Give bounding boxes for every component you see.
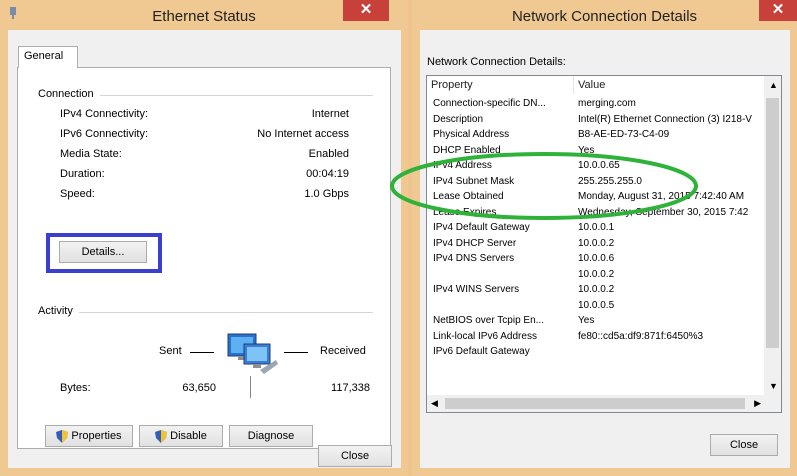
window-client-area: Network Connection Details: Property Val…: [420, 30, 790, 468]
ipv6-connectivity-value: No Internet access: [257, 128, 349, 140]
hscroll-thumb[interactable]: [445, 398, 745, 409]
general-tab-panel: Connection IPv4 Connectivity: Internet I…: [17, 67, 391, 449]
property-cell: Physical Address: [433, 129, 510, 140]
value-cell: B8-AE-ED-73-C4-09: [578, 129, 670, 140]
property-cell: Link-local IPv6 Address: [433, 330, 537, 342]
bytes-divider: [250, 376, 251, 398]
received-line: [284, 352, 308, 353]
close-icon: ✕: [359, 1, 373, 18]
scroll-up-icon[interactable]: ▲: [769, 80, 778, 90]
network-activity-icon: [227, 333, 278, 374]
properties-button-label: Properties: [71, 430, 122, 442]
details-row[interactable]: IPv4 WINS Servers 10.0.0.2: [433, 284, 773, 300]
media-state-label: Media State:: [60, 148, 122, 160]
scroll-thumb[interactable]: [766, 98, 779, 348]
sent-line: [190, 352, 214, 353]
ipv4-connectivity-value: Internet: [311, 108, 349, 120]
disable-button-label: Disable: [170, 430, 207, 442]
sent-label: Sent: [159, 345, 182, 357]
details-row[interactable]: 10.0.0.5: [433, 300, 773, 316]
scroll-right-icon[interactable]: ▶: [754, 398, 761, 409]
title-bar[interactable]: Network Connection Details ✕: [412, 0, 797, 30]
close-window-button[interactable]: ✕: [343, 0, 389, 21]
details-row[interactable]: NetBIOS over Tcpip En... Yes: [433, 315, 773, 331]
duration-label: Duration:: [60, 168, 105, 180]
details-list-label: Network Connection Details:: [427, 56, 566, 68]
details-button-label: Details...: [81, 246, 125, 258]
received-label: Received: [320, 345, 366, 357]
disable-button[interactable]: Disable: [139, 425, 223, 447]
value-cell: 10.0.0.2: [578, 237, 615, 249]
details-list[interactable]: Property Value Connection-specific DN...…: [426, 75, 782, 413]
activity-group-line: [38, 312, 373, 313]
value-cell: Yes: [578, 315, 595, 326]
vertical-scrollbar[interactable]: ▲ ▼: [764, 76, 781, 395]
bytes-label: Bytes:: [60, 382, 91, 394]
ethernet-status-window: Ethernet Status ✕ General Connection IPv…: [0, 0, 408, 476]
details-row[interactable]: IPv4 DNS Servers 10.0.0.6: [433, 253, 773, 269]
ipv6-connectivity-label: IPv6 Connectivity:: [60, 128, 149, 140]
details-row[interactable]: Physical Address B8-AE-ED-73-C4-09: [433, 129, 773, 145]
window-client-area: General Connection IPv4 Connectivity: In…: [8, 30, 401, 468]
property-cell: Connection-specific DN...: [433, 98, 546, 109]
value-cell: merging.com: [578, 98, 636, 109]
value-cell: 10.0.0.2: [578, 268, 615, 280]
tab-general[interactable]: General: [18, 46, 78, 68]
speed-value: 1.0 Gbps: [304, 188, 349, 200]
details-row[interactable]: Description Intel(R) Ethernet Connection …: [433, 114, 773, 130]
diagnose-button[interactable]: Diagnose: [229, 425, 313, 447]
property-cell: Description: [433, 113, 484, 125]
scrollbar-corner: [764, 395, 781, 412]
close-button-label: Close: [729, 439, 759, 451]
network-details-window: Network Connection Details ✕ Network Con…: [412, 0, 797, 476]
activity-group-label: Activity: [38, 305, 79, 317]
bytes-received-value: 117,338: [331, 382, 370, 394]
details-row[interactable]: IPv4 DHCP Server 10.0.0.2: [433, 238, 773, 254]
property-cell: IPv4 DNS Servers: [433, 253, 515, 264]
value-cell: fe80::cd5a:df9:871f:6450%3: [578, 330, 704, 342]
ipv4-connectivity-label: IPv4 Connectivity:: [60, 108, 149, 120]
value-cell: 10.0.0.5: [578, 299, 615, 311]
value-cell: 10.0.0.2: [578, 284, 615, 295]
media-state-value: Enabled: [308, 148, 349, 160]
details-button[interactable]: Details...: [59, 241, 147, 263]
value-cell: 10.0.0.6: [578, 253, 615, 264]
speed-label: Speed:: [60, 188, 95, 200]
value-cell: Intel(R) Ethernet Connection (3) I218-V: [578, 113, 752, 125]
highlight-ellipse: [390, 152, 698, 220]
property-cell: IPv4 DHCP Server: [433, 237, 517, 249]
details-row[interactable]: IPv6 Default Gateway: [433, 346, 773, 362]
details-row[interactable]: 10.0.0.2: [433, 269, 773, 285]
bytes-sent-value: 63,650: [182, 382, 216, 394]
connection-group-label: Connection: [38, 88, 100, 100]
duration-value: 00:04:19: [306, 168, 349, 180]
details-row[interactable]: Connection-specific DN... merging.com: [433, 98, 773, 114]
close-icon: ✕: [771, 1, 785, 18]
window-title: Network Connection Details: [511, 8, 698, 25]
horizontal-scrollbar[interactable]: ◀ ▶: [427, 395, 765, 412]
column-header-value[interactable]: Value: [574, 76, 754, 94]
property-cell: IPv6 Default Gateway: [433, 346, 530, 357]
close-button[interactable]: Close: [318, 445, 392, 467]
title-bar[interactable]: Ethernet Status ✕: [0, 0, 408, 30]
property-cell: IPv4 WINS Servers: [433, 284, 520, 295]
column-header-property[interactable]: Property: [427, 76, 573, 94]
property-cell: IPv4 Default Gateway: [433, 222, 530, 233]
tab-general-label: General: [24, 50, 64, 62]
details-row[interactable]: Link-local IPv6 Address fe80::cd5a:df9:87…: [433, 331, 773, 347]
close-button-label: Close: [340, 450, 370, 462]
uac-shield-icon: [155, 429, 168, 443]
scroll-left-icon[interactable]: ◀: [431, 398, 438, 409]
scroll-down-icon[interactable]: ▼: [769, 381, 778, 391]
value-cell: 10.0.0.1: [578, 222, 615, 233]
property-cell: NetBIOS over Tcpip En...: [433, 315, 544, 326]
close-button[interactable]: Close: [710, 434, 778, 456]
details-row[interactable]: IPv4 Default Gateway 10.0.0.1: [433, 222, 773, 238]
diagnose-button-label: Diagnose: [247, 430, 295, 442]
uac-shield-icon: [56, 429, 69, 443]
close-window-button[interactable]: ✕: [759, 0, 797, 21]
properties-button[interactable]: Properties: [45, 425, 133, 447]
